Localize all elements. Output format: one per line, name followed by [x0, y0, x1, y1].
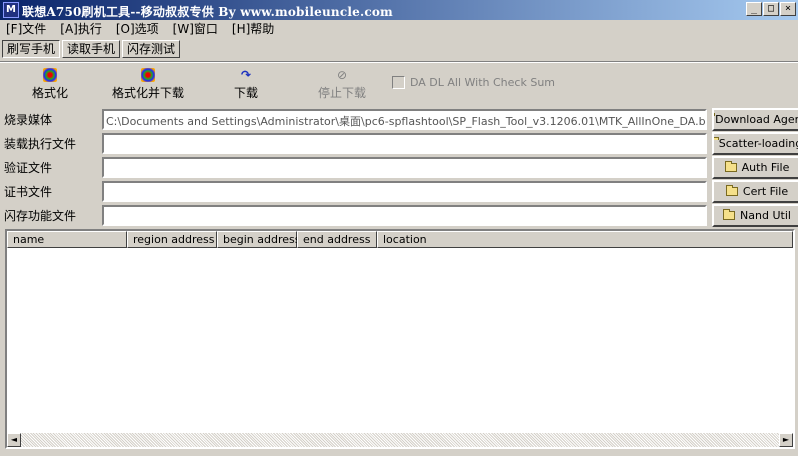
title-bar: M 联想A750刷机工具--移动叔叔专供 By www.mobileuncle.… — [0, 0, 798, 20]
toolbar-divider — [0, 61, 798, 63]
row-auth-file: 验证文件 Auth File — [0, 156, 798, 180]
column-header-region-address[interactable]: region address — [127, 231, 217, 248]
checksum-option[interactable]: DA DL All With Check Sum — [392, 76, 555, 89]
row-cert-file: 证书文件 Cert File — [0, 180, 798, 204]
nand-util-button-label: Nand Util — [740, 209, 791, 222]
stop-download-button[interactable]: ⊘ 停止下载 — [318, 68, 366, 101]
download-label: 下载 — [234, 86, 259, 100]
download-agent-button[interactable]: Download Agent — [712, 108, 798, 131]
row-label: 验证文件 — [4, 161, 53, 175]
row-label: 证书文件 — [4, 185, 53, 199]
folder-icon — [725, 185, 738, 196]
folder-icon — [714, 137, 719, 140]
window-title: 联想A750刷机工具--移动叔叔专供 By www.mobileuncle.co… — [22, 5, 393, 19]
scatter-loading-button[interactable]: Scatter-loading — [712, 132, 798, 155]
app-icon: M — [3, 2, 19, 18]
tab-read-phone[interactable]: 读取手机 — [62, 40, 121, 58]
nand-util-field[interactable] — [102, 205, 707, 226]
download-button[interactable]: ↷ 下载 — [234, 68, 258, 101]
row-label: 烧录媒体 — [4, 113, 53, 127]
column-header-end-address[interactable]: end address — [297, 231, 377, 248]
format-download-label: 格式化并下载 — [112, 86, 185, 100]
menu-bar: [F]文件 [A]执行 [O]选项 [W]窗口 [H]帮助 — [0, 20, 798, 38]
close-button[interactable]: × — [780, 2, 796, 16]
row-label: 闪存功能文件 — [4, 209, 77, 223]
scroll-left-icon[interactable]: ◄ — [7, 433, 21, 447]
menu-help[interactable]: [H]帮助 — [232, 20, 274, 38]
download-agent-field[interactable]: C:\Documents and Settings\Administrator\… — [102, 109, 707, 130]
column-header-begin-address[interactable]: begin address — [217, 231, 300, 248]
menu-window[interactable]: [W]窗口 — [173, 20, 218, 38]
download-icon: ↷ — [240, 68, 252, 82]
row-scatter-loading: 装载执行文件 Scatter-loading — [0, 132, 798, 156]
cert-file-button[interactable]: Cert File — [712, 180, 798, 203]
stop-icon: ⊘ — [336, 68, 348, 82]
menu-options[interactable]: [O]选项 — [116, 20, 159, 38]
nand-util-button[interactable]: Nand Util — [712, 204, 798, 227]
cert-file-field[interactable] — [102, 181, 707, 202]
download-agent-button-label: Download Agent — [715, 113, 798, 126]
row-download-agent: 烧录媒体 C:\Documents and Settings\Administr… — [0, 108, 798, 132]
auth-file-button[interactable]: Auth File — [712, 156, 798, 179]
horizontal-scrollbar[interactable]: ◄ ► — [7, 433, 793, 447]
scatter-loading-field[interactable] — [102, 133, 707, 154]
scroll-right-icon[interactable]: ► — [779, 433, 793, 447]
cert-file-button-label: Cert File — [742, 185, 789, 198]
tab-strip: 刷写手机 读取手机 闪存测试 — [2, 40, 182, 60]
format-label: 格式化 — [32, 86, 69, 100]
format-download-icon — [141, 68, 155, 82]
tab-memory-test[interactable]: 闪存测试 — [122, 40, 181, 58]
table-header: name region address begin address end ad… — [7, 231, 793, 248]
stop-download-label: 停止下载 — [318, 86, 367, 100]
format-download-button[interactable]: 格式化并下载 — [112, 68, 184, 101]
checksum-label: DA DL All With Check Sum — [410, 76, 556, 89]
column-header-location[interactable]: location — [377, 231, 793, 248]
format-button[interactable]: 格式化 — [32, 68, 68, 101]
maximize-button[interactable]: □ — [763, 2, 779, 16]
partition-table[interactable]: name region address begin address end ad… — [5, 229, 795, 449]
format-icon — [43, 68, 57, 82]
menu-execute[interactable]: [A]执行 — [60, 20, 102, 38]
scroll-track[interactable] — [21, 433, 779, 447]
tab-flash-phone[interactable]: 刷写手机 — [2, 40, 61, 58]
scatter-loading-button-label: Scatter-loading — [718, 137, 798, 150]
row-nand-util: 闪存功能文件 Nand Util — [0, 204, 798, 228]
minimize-button[interactable]: _ — [746, 2, 762, 16]
menu-file[interactable]: [F]文件 — [6, 20, 46, 38]
row-label: 装载执行文件 — [4, 137, 77, 151]
auth-file-button-label: Auth File — [741, 161, 790, 174]
auth-file-field[interactable] — [102, 157, 707, 178]
checksum-checkbox[interactable] — [392, 76, 405, 89]
folder-icon — [723, 209, 736, 220]
folder-icon — [724, 161, 737, 172]
column-header-name[interactable]: name — [7, 231, 127, 248]
